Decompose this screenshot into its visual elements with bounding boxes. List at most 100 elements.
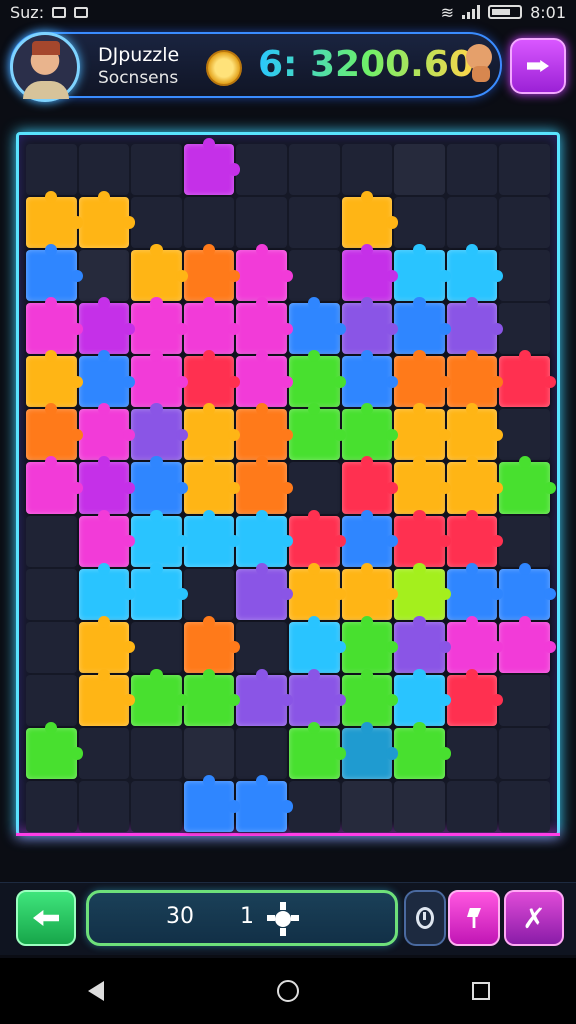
shuffle-button[interactable]: ✗ — [504, 890, 564, 946]
puzzle-piece[interactable] — [499, 615, 556, 673]
puzzle-piece[interactable] — [288, 668, 346, 726]
puzzle-piece[interactable] — [183, 137, 240, 196]
coin-icon — [206, 50, 242, 86]
puzzle-piece[interactable] — [183, 615, 240, 673]
puzzle-piece[interactable] — [341, 191, 398, 249]
puzzle-piece[interactable] — [446, 562, 503, 620]
puzzle-piece[interactable] — [394, 297, 451, 355]
puzzle-piece — [499, 303, 550, 355]
puzzle-piece[interactable] — [26, 350, 83, 408]
puzzle-piece[interactable] — [394, 456, 451, 514]
puzzle-piece[interactable] — [131, 350, 188, 408]
puzzle-piece[interactable] — [394, 721, 451, 779]
wifi-icon: ≋ — [440, 2, 455, 22]
puzzle-piece[interactable] — [446, 668, 503, 726]
puzzle-piece[interactable] — [341, 668, 398, 726]
puzzle-piece[interactable] — [131, 456, 188, 514]
puzzle-piece[interactable] — [288, 403, 346, 461]
puzzle-piece[interactable] — [78, 403, 135, 461]
puzzle-piece[interactable] — [446, 350, 503, 408]
puzzle-piece[interactable] — [499, 562, 556, 620]
puzzle-piece[interactable] — [394, 350, 451, 408]
puzzle-piece[interactable] — [341, 297, 398, 355]
puzzle-piece[interactable] — [499, 456, 556, 514]
puzzle-piece[interactable] — [236, 509, 293, 567]
puzzle-piece[interactable] — [341, 456, 398, 514]
exit-button[interactable] — [510, 38, 566, 94]
nav-back-icon[interactable] — [86, 980, 105, 1002]
puzzle-piece[interactable] — [236, 350, 293, 408]
puzzle-piece[interactable] — [236, 403, 293, 461]
puzzle-piece[interactable] — [78, 668, 135, 726]
puzzle-piece[interactable] — [394, 615, 451, 673]
puzzle-piece[interactable] — [446, 615, 503, 673]
puzzle-piece[interactable] — [446, 456, 503, 514]
puzzle-piece[interactable] — [78, 456, 135, 514]
puzzle-piece[interactable] — [394, 668, 451, 726]
puzzle-piece[interactable] — [78, 615, 135, 673]
puzzle-piece[interactable] — [78, 350, 135, 408]
puzzle-piece[interactable] — [26, 721, 83, 779]
puzzle-piece[interactable] — [236, 456, 293, 514]
puzzle-piece[interactable] — [499, 350, 556, 408]
puzzle-piece[interactable] — [236, 774, 293, 832]
puzzle-piece[interactable] — [288, 615, 346, 673]
puzzle-piece[interactable] — [26, 403, 83, 461]
back-button[interactable] — [16, 890, 76, 946]
nav-recents-icon[interactable] — [471, 982, 490, 1000]
puzzle-piece[interactable] — [446, 244, 503, 302]
puzzle-piece[interactable] — [183, 668, 240, 726]
puzzle-piece[interactable] — [131, 562, 188, 620]
puzzle-piece[interactable] — [78, 562, 135, 620]
puzzle-piece[interactable] — [288, 562, 346, 620]
puzzle-piece[interactable] — [183, 403, 240, 461]
puzzle-piece[interactable] — [394, 562, 451, 620]
puzzle-piece[interactable] — [183, 774, 240, 832]
timer-button[interactable] — [404, 890, 446, 946]
puzzle-piece[interactable] — [341, 721, 398, 779]
puzzle-piece[interactable] — [78, 509, 135, 567]
puzzle-piece[interactable] — [131, 509, 188, 567]
puzzle-grid[interactable] — [26, 137, 556, 832]
puzzle-piece[interactable] — [183, 456, 240, 514]
puzzle-piece[interactable] — [341, 615, 398, 673]
puzzle-piece[interactable] — [236, 244, 293, 302]
puzzle-piece[interactable] — [288, 350, 346, 408]
puzzle-piece[interactable] — [78, 191, 135, 249]
puzzle-piece[interactable] — [446, 403, 503, 461]
puzzle-piece[interactable] — [183, 297, 240, 355]
puzzle-piece[interactable] — [288, 509, 346, 567]
pet-mascot-icon[interactable] — [462, 42, 498, 82]
puzzle-piece[interactable] — [183, 509, 240, 567]
puzzle-piece[interactable] — [446, 509, 503, 567]
puzzle-piece[interactable] — [341, 562, 398, 620]
puzzle-piece[interactable] — [394, 509, 451, 567]
puzzle-piece[interactable] — [394, 403, 451, 461]
puzzle-piece[interactable] — [78, 297, 135, 355]
puzzle-piece[interactable] — [236, 668, 293, 726]
puzzle-piece[interactable] — [236, 297, 293, 355]
puzzle-piece[interactable] — [236, 562, 293, 620]
puzzle-piece[interactable] — [26, 456, 83, 514]
puzzle-piece[interactable] — [26, 191, 83, 249]
puzzle-piece[interactable] — [131, 244, 188, 302]
puzzle-piece[interactable] — [131, 403, 188, 461]
puzzle-piece[interactable] — [288, 297, 346, 355]
puzzle-piece[interactable] — [394, 244, 451, 302]
puzzle-piece[interactable] — [288, 721, 346, 779]
nav-home-icon[interactable] — [276, 980, 299, 1002]
gear-icon[interactable] — [266, 902, 300, 936]
puzzle-piece[interactable] — [446, 297, 503, 355]
hint-button[interactable] — [448, 890, 500, 946]
puzzle-piece[interactable] — [341, 403, 398, 461]
puzzle-piece[interactable] — [26, 244, 83, 302]
puzzle-piece[interactable] — [183, 350, 240, 408]
puzzle-piece[interactable] — [26, 297, 83, 355]
avatar[interactable] — [10, 32, 80, 102]
puzzle-piece[interactable] — [341, 509, 398, 567]
puzzle-piece[interactable] — [341, 244, 398, 302]
puzzle-piece[interactable] — [341, 350, 398, 408]
puzzle-piece[interactable] — [131, 668, 188, 726]
puzzle-piece[interactable] — [131, 297, 188, 355]
puzzle-piece[interactable] — [183, 244, 240, 302]
